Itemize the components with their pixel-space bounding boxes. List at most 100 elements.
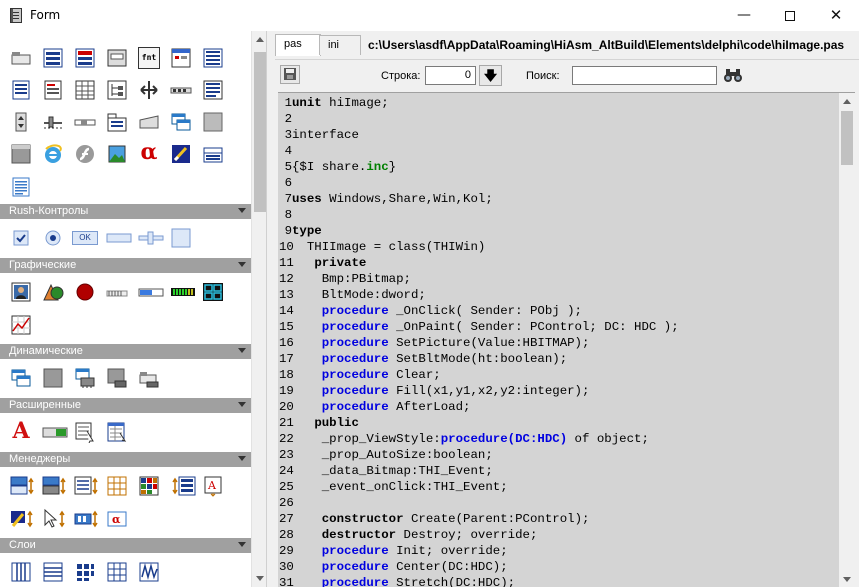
bargraph-icon[interactable]: [106, 281, 128, 303]
line-number-input[interactable]: 0: [425, 66, 476, 85]
internet-explorer-icon[interactable]: [42, 143, 64, 165]
richedit-icon[interactable]: [10, 79, 32, 101]
floppy-disk-icon: [284, 68, 296, 80]
category-managers[interactable]: Менеджеры: [0, 452, 252, 467]
slider-icon[interactable]: [138, 227, 164, 249]
led-bar-icon[interactable]: [170, 281, 196, 303]
checklist-icon[interactable]: [202, 79, 224, 101]
updown-icon[interactable]: [10, 111, 32, 133]
title-bar[interactable]: Form — ✕: [0, 0, 859, 31]
category-rush-controls[interactable]: Rush-Контролы: [0, 204, 252, 219]
label-icon[interactable]: [10, 47, 32, 69]
font-manager-icon[interactable]: A: [202, 475, 224, 497]
document-icon[interactable]: [42, 79, 64, 101]
memo-icon[interactable]: [74, 47, 96, 69]
layer-wave-icon[interactable]: [138, 561, 160, 583]
grid-icon[interactable]: [74, 79, 96, 101]
text-document-icon[interactable]: [10, 176, 32, 198]
code-scrollbar[interactable]: [839, 93, 855, 587]
layer-rows-icon[interactable]: [42, 561, 64, 583]
category-label: Динамические: [9, 345, 83, 357]
color-matrix-icon[interactable]: [138, 475, 160, 497]
listview-icon[interactable]: [74, 421, 96, 443]
binoculars-icon[interactable]: [723, 67, 743, 83]
radiobutton-icon[interactable]: [42, 227, 64, 249]
category-graphics[interactable]: Графические: [0, 258, 252, 273]
goto-line-button[interactable]: 🡇: [479, 65, 502, 86]
matrix-manager-icon[interactable]: [106, 475, 128, 497]
form-icon[interactable]: [170, 47, 192, 69]
dynamic-form-icon[interactable]: [10, 367, 32, 389]
statusbar-icon[interactable]: [170, 79, 192, 101]
trackbar-icon[interactable]: [42, 111, 64, 133]
paintbox-icon[interactable]: [10, 281, 32, 303]
minimize-button[interactable]: —: [721, 0, 767, 31]
scroll-thumb[interactable]: [841, 111, 853, 165]
image-icon[interactable]: [106, 143, 128, 165]
code-keyword: uses: [292, 192, 322, 206]
dynamic-panel-icon[interactable]: [42, 367, 64, 389]
ok-button-icon[interactable]: OK: [72, 231, 98, 245]
gauge-icon[interactable]: [138, 281, 164, 303]
layer-grid-icon[interactable]: [74, 561, 96, 583]
layer-columns-icon[interactable]: [10, 561, 32, 583]
scroll-up-icon[interactable]: [843, 99, 851, 104]
cursor-manager-icon[interactable]: [42, 508, 68, 530]
tabcontrol-icon[interactable]: [106, 111, 128, 133]
flash-icon[interactable]: [74, 143, 96, 165]
edit-ext-icon[interactable]: [42, 421, 68, 443]
splitter-icon[interactable]: [138, 79, 160, 101]
dynamic-box-icon[interactable]: [106, 367, 128, 389]
scroll-down-icon[interactable]: [256, 576, 264, 581]
maximize-button[interactable]: [767, 0, 813, 31]
tab-ini[interactable]: ini: [319, 35, 361, 55]
progressbar-icon[interactable]: [106, 227, 132, 249]
scroll-up-icon[interactable]: [256, 37, 264, 42]
listbox-icon[interactable]: [202, 47, 224, 69]
panel-icon[interactable]: [106, 47, 128, 69]
treeview-icon[interactable]: [106, 79, 128, 101]
code-area[interactable]: 1unit hiImage; 2 3interface 4 5{$I share.inc…: [278, 92, 855, 587]
search-input[interactable]: [572, 66, 717, 85]
mdi-icon[interactable]: [170, 111, 192, 133]
category-layers[interactable]: Слои: [0, 538, 252, 553]
palette-scrollbar[interactable]: [251, 31, 266, 587]
propertygrid-icon[interactable]: [106, 421, 128, 443]
image-list-icon[interactable]: [10, 475, 36, 497]
category-dynamic[interactable]: Динамические: [0, 344, 252, 359]
alpha-manager-icon[interactable]: α: [106, 508, 128, 530]
checkbox-icon[interactable]: [10, 227, 32, 249]
shape-icon[interactable]: [42, 281, 64, 303]
form-manager-icon[interactable]: [42, 475, 68, 497]
scrollbar-icon[interactable]: [74, 111, 96, 133]
code-lines: 1unit hiImage; 2 3interface 4 5{$I share.inc…: [279, 95, 839, 587]
circle-icon[interactable]: [74, 281, 96, 303]
dynamic-multi-icon[interactable]: [74, 367, 96, 389]
scroll-thumb[interactable]: [254, 52, 266, 212]
scroll-down-icon[interactable]: [843, 577, 851, 582]
brush-icon[interactable]: [170, 143, 192, 165]
combobox-icon[interactable]: [202, 143, 224, 165]
strings-manager-icon[interactable]: [74, 475, 100, 497]
code-text: Bmp:PBitmap;: [292, 272, 411, 286]
dynamic-label-icon[interactable]: [138, 367, 160, 389]
tab-pas[interactable]: pas: [275, 34, 321, 56]
chart-icon[interactable]: [10, 314, 32, 336]
font-icon-text: fnt: [141, 53, 157, 62]
font-a-icon[interactable]: A: [10, 419, 32, 443]
layer-tiles-icon[interactable]: [106, 561, 128, 583]
box-icon[interactable]: [10, 143, 32, 165]
font-icon[interactable]: fnt: [138, 47, 160, 69]
close-button[interactable]: ✕: [813, 0, 859, 31]
save-button[interactable]: [280, 65, 300, 84]
tool-manager-icon[interactable]: [10, 508, 36, 530]
edit-icon[interactable]: [42, 47, 64, 69]
category-extended[interactable]: Расширенные: [0, 398, 252, 413]
groupbox-icon[interactable]: [138, 111, 160, 133]
icon-manager-icon[interactable]: [74, 508, 100, 530]
segment-display-icon[interactable]: [202, 281, 224, 303]
list-manager-icon[interactable]: [170, 475, 196, 497]
rush-panel-icon[interactable]: [170, 227, 192, 249]
alpha-icon[interactable]: α: [138, 141, 160, 165]
bevel-icon[interactable]: [202, 111, 224, 133]
